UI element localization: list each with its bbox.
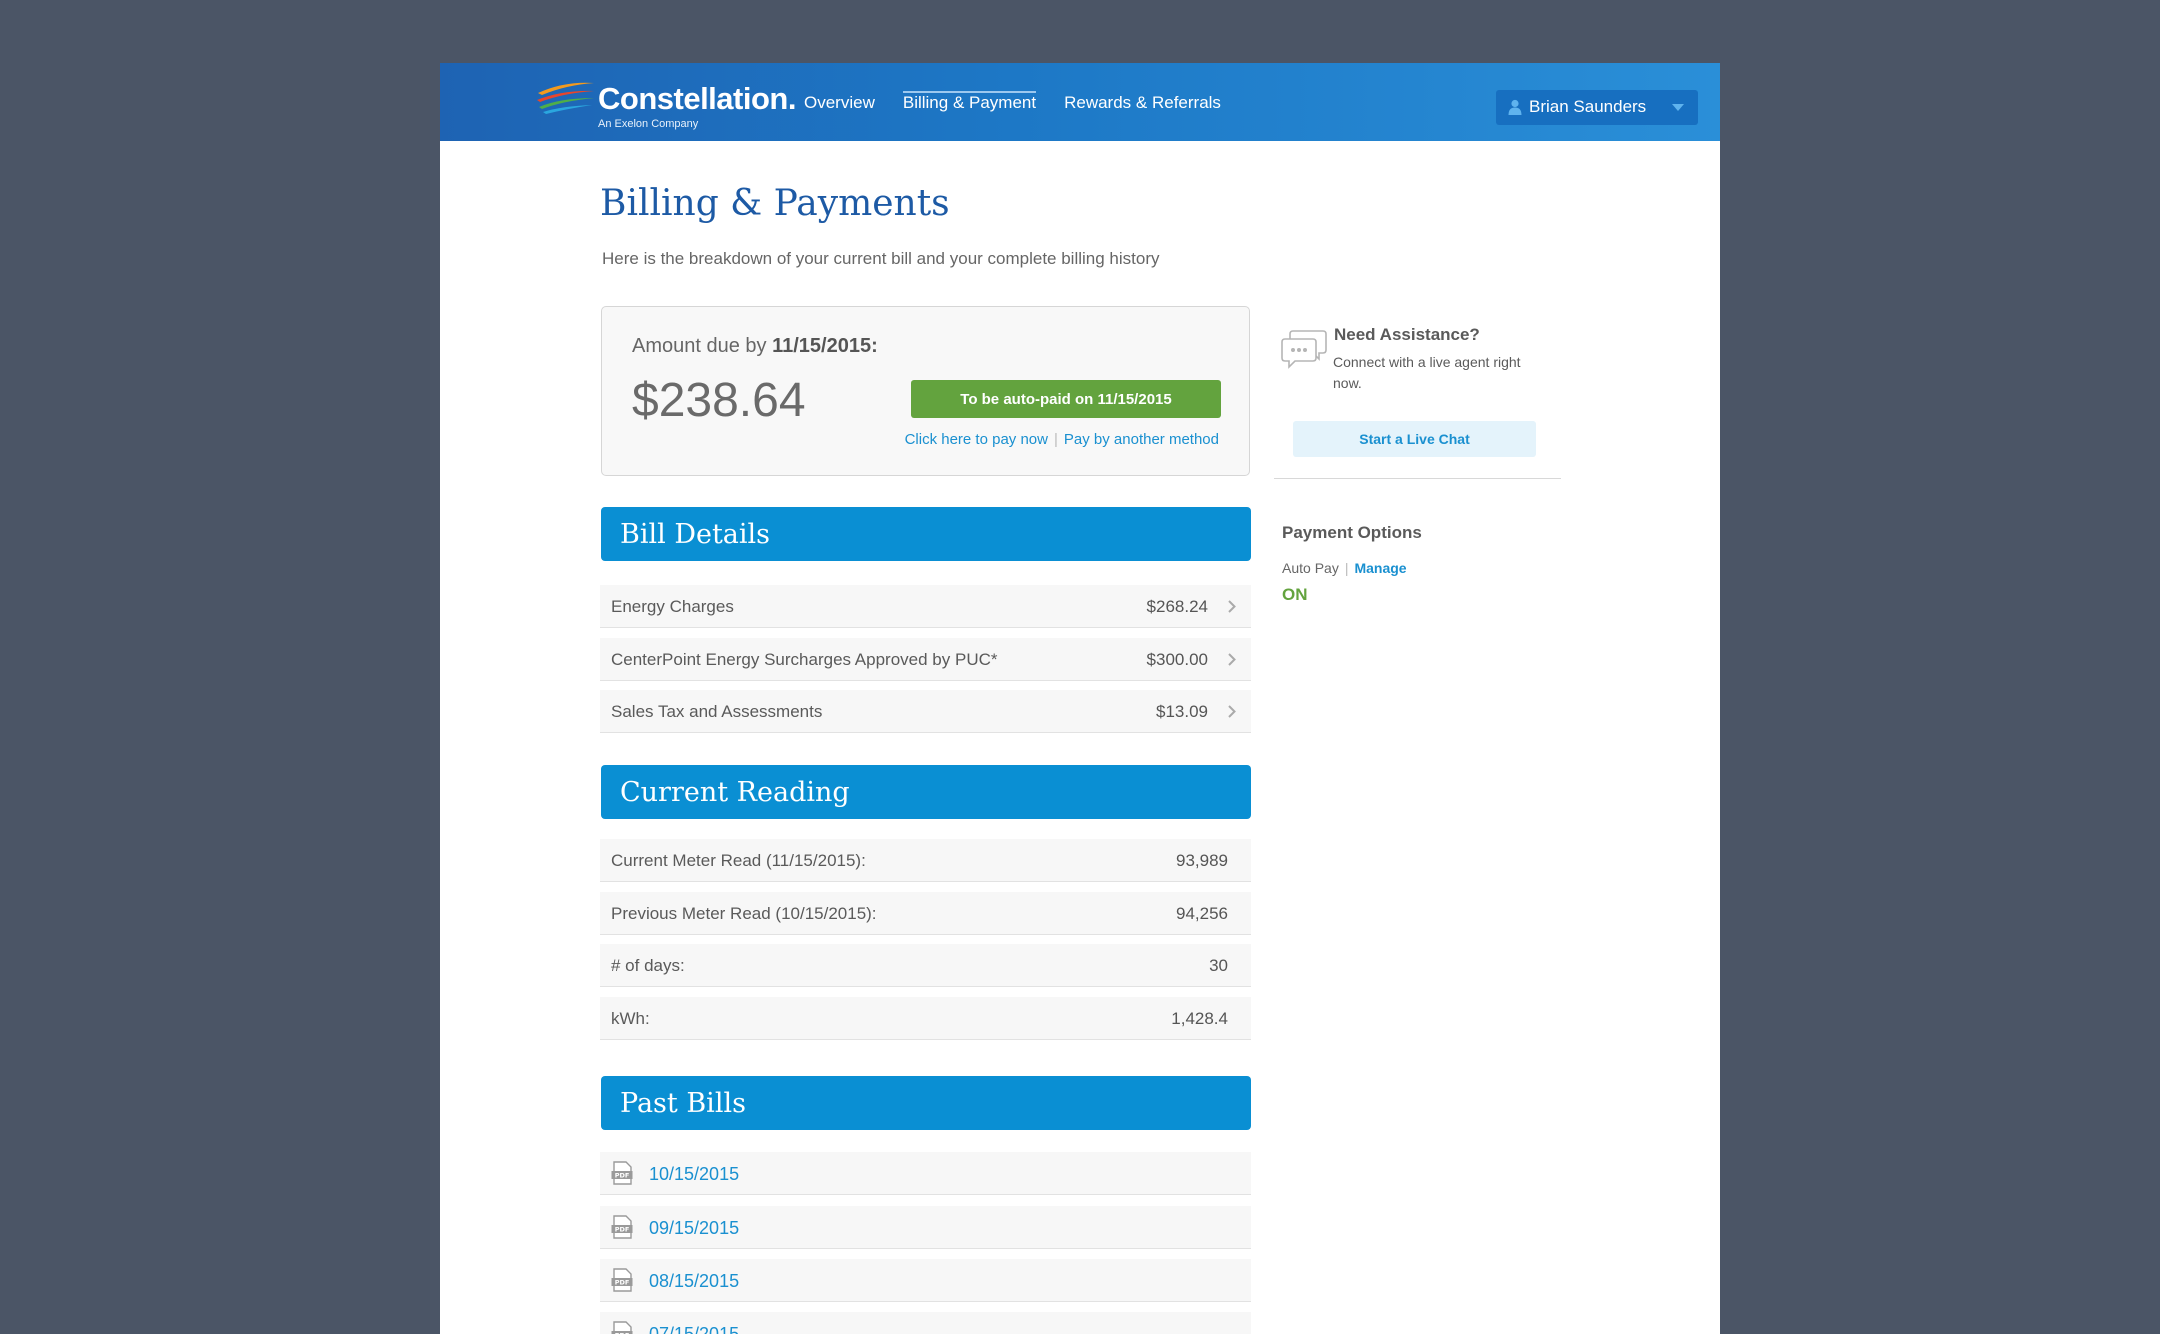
bill-detail-row[interactable]: CenterPoint Energy Surcharges Approved b… [600,638,1251,681]
user-icon [1508,99,1522,115]
nav-billing-payment[interactable]: Billing & Payment [889,63,1050,141]
amount-due-label: Amount due by 11/15/2015: [632,335,878,358]
past-bill-date-link[interactable]: 10/15/2015 [649,1164,739,1185]
app-frame: Constellation. An Exelon Company Overvie… [440,63,1720,1334]
chevron-right-icon [1228,600,1236,613]
meter-reading-row: kWh: 1,428.4 [600,997,1251,1040]
bill-detail-amount: $268.24 [1146,597,1208,616]
past-bill-row[interactable]: PDF 08/15/2015 [600,1259,1251,1302]
user-menu-dropdown[interactable]: Brian Saunders [1496,90,1698,125]
chevron-right-icon [1228,653,1236,666]
main-nav: Overview Billing & Payment Rewards & Ref… [790,63,1235,141]
past-bill-row[interactable]: PDF 10/15/2015 [600,1152,1251,1195]
constellation-logo-icon [537,82,594,114]
past-bill-date-link[interactable]: 08/15/2015 [649,1271,739,1292]
bill-detail-label: Sales Tax and Assessments [611,702,823,721]
pdf-icon: PDF [611,1161,633,1185]
reading-label: Previous Meter Read (10/15/2015): [611,904,877,923]
assistance-text: Connect with a live agent right now. [1333,354,1521,391]
nav-overview[interactable]: Overview [790,63,889,141]
reading-label: kWh: [611,1009,650,1028]
past-bills-header: Past Bills [601,1076,1251,1130]
chat-bubble-icon [1281,330,1327,369]
amount-due-value: $238.64 [632,374,806,427]
bill-detail-label: Energy Charges [611,597,734,616]
pdf-icon: PDF [611,1215,633,1239]
brand-tagline: An Exelon Company [598,118,699,130]
svg-text:PDF: PDF [615,1226,630,1234]
bill-details-header: Bill Details [601,507,1251,561]
bill-detail-row[interactable]: Sales Tax and Assessments $13.09 [600,690,1251,733]
past-bill-date-link[interactable]: 09/15/2015 [649,1218,739,1239]
link-separator: | [1053,431,1058,448]
brand-logo[interactable]: Constellation. An Exelon Company [536,77,796,133]
sidebar-divider [1274,478,1561,479]
payment-links: Click here to pay now | Pay by another met… [905,431,1219,448]
meter-reading-row: Current Meter Read (11/15/2015): 93,989 [600,839,1251,882]
page-subtitle: Here is the breakdown of your current bi… [602,249,1160,268]
auto-pay-label: Auto Pay [1282,560,1339,576]
current-reading-header: Current Reading [601,765,1251,819]
autopaid-status-button[interactable]: To be auto-paid on 11/15/2015 [911,380,1221,418]
start-live-chat-button[interactable]: Start a Live Chat [1293,421,1536,457]
bill-detail-row[interactable]: Energy Charges $268.24 [600,585,1251,628]
page-title: Billing & Payments [600,183,950,224]
auto-pay-line: Auto Pay | Manage [1282,560,1407,576]
meter-reading-row: # of days: 30 [600,944,1251,987]
nav-rewards-referrals[interactable]: Rewards & Referrals [1050,63,1235,141]
reading-label: Current Meter Read (11/15/2015): [611,851,866,870]
svg-text:PDF: PDF [615,1172,630,1180]
bill-detail-amount: $13.09 [1156,702,1208,721]
reading-value: 1,428.4 [1171,1009,1228,1028]
auto-pay-separator: | [1344,560,1349,576]
reading-value: 94,256 [1176,904,1228,923]
bill-detail-amount: $300.00 [1146,650,1208,669]
meter-reading-row: Previous Meter Read (10/15/2015): 94,256 [600,892,1251,935]
pdf-icon: PDF [611,1321,633,1334]
reading-value: 93,989 [1176,851,1228,870]
brand-name: Constellation. [598,81,796,116]
bill-detail-label: CenterPoint Energy Surcharges Approved b… [611,650,998,669]
pdf-icon: PDF [611,1268,633,1292]
past-bill-row[interactable]: PDF 07/15/2015 [600,1312,1251,1334]
past-bill-row[interactable]: PDF 09/15/2015 [600,1206,1251,1249]
amount-due-date: 11/15/2015: [772,335,878,357]
amount-due-text: Amount due by [632,335,767,357]
amount-due-card: Amount due by 11/15/2015: $238.64 To be … [601,306,1250,476]
auto-pay-status: ON [1282,585,1308,604]
chevron-right-icon [1228,705,1236,718]
pay-now-link[interactable]: Click here to pay now [905,431,1048,448]
svg-text:PDF: PDF [615,1279,630,1287]
top-nav-bar: Constellation. An Exelon Company Overvie… [440,63,1720,141]
reading-value: 30 [1209,956,1228,975]
pay-other-method-link[interactable]: Pay by another method [1064,431,1219,448]
assistance-title: Need Assistance? [1334,325,1480,344]
user-name: Brian Saunders [1529,97,1647,116]
reading-label: # of days: [611,956,685,975]
past-bill-date-link[interactable]: 07/15/2015 [649,1324,739,1334]
payment-options-title: Payment Options [1282,523,1422,542]
caret-down-icon [1672,104,1684,111]
manage-auto-pay-link[interactable]: Manage [1354,560,1406,576]
